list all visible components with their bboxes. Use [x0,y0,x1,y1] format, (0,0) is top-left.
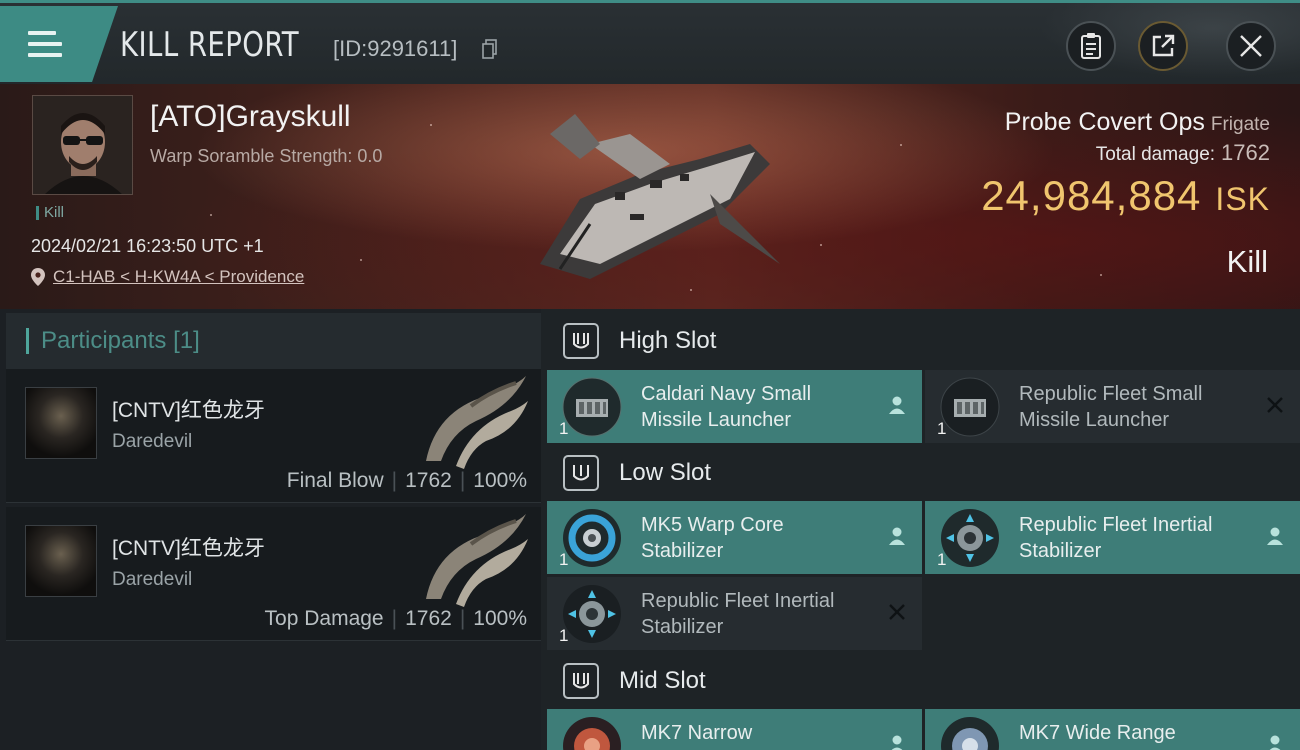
clipboard-button[interactable] [1066,21,1116,71]
module-name: MK7 Wide Range [1019,722,1176,744]
participants-label: Participants [1] [41,327,200,354]
total-damage-label: Total damage: [1095,144,1216,165]
isk-value: 24,984,884 ISK [981,172,1270,220]
victim-portrait[interactable] [32,95,133,195]
fitting-panel: High Slot 1 Caldari Navy Small Missile La… [541,309,1300,750]
slot-icon [563,663,599,699]
location-link[interactable]: C1-HAB < H-KW4A < Providence [53,267,304,287]
top-bar: KILL REPORT [ID:9291611] [0,0,1300,87]
person-icon [891,735,903,750]
participant-percent: 100% [473,469,527,492]
kill-tag: Kill [36,205,64,220]
participant-stats: Top Damage | 1762 | 100% [264,607,527,630]
participants-header: Participants [1] [6,313,541,369]
module-name: MK5 Warp Core Stabilizer [641,514,784,562]
high-slot-label: High Slot [619,327,717,354]
kill-timestamp: 2024/02/21 16:23:50 UTC +1 [31,236,264,256]
person-icon [1267,527,1283,545]
module-name: Republic Fleet Small Missile Launcher [1019,383,1203,431]
slot-icon [563,455,599,491]
participant-row[interactable]: [CNTV]红色龙牙 Daredevil Top Damage | 1762 |… [6,507,541,641]
x-icon [1267,397,1283,413]
person-icon [1269,735,1281,750]
total-damage-value: 1762 [1221,140,1270,165]
inertial-stabilizer-icon [563,585,621,643]
person-icon [889,527,905,545]
module-quantity: 1 [559,419,569,438]
ship-class: Frigate [1210,114,1270,135]
module-quantity: 1 [937,419,947,438]
module-name: Republic Fleet Inertial Stabilizer [1019,514,1213,562]
scanner-module-icon [941,717,999,750]
header-accent-bar [26,328,29,354]
module-quantity: 1 [559,626,569,645]
page-title: KILL REPORT [120,25,300,65]
x-icon [889,604,905,620]
ship-name: Probe Covert Ops [1004,108,1205,136]
close-icon [1240,35,1262,57]
menu-button[interactable] [0,6,118,82]
module-item[interactable]: 1 MK7 Narrow [547,709,922,750]
participant-damage: 1762 [405,607,452,630]
participant-ship-image [426,514,528,607]
mid-slot-header: Mid Slot [547,651,1300,711]
location-pin-icon [31,268,45,286]
participant-ship: Daredevil [112,569,193,590]
participant-row[interactable]: [CNTV]红色龙牙 Daredevil Final Blow | 1762 |… [6,369,541,503]
slot-icon [563,323,599,359]
participant-avatar[interactable] [25,387,97,459]
kill-result: Kill [1226,244,1268,279]
participant-damage: 1762 [405,469,452,492]
kill-location[interactable]: C1-HAB < H-KW4A < Providence [31,267,304,287]
participants-count: [1] [173,327,200,354]
module-item[interactable]: 1 Republic Fleet Inertial Stabilizer [547,577,922,650]
participant-ship: Daredevil [112,431,193,452]
participant-role: Final Blow [286,469,384,492]
module-item[interactable]: 1 Republic Fleet Small Missile Launcher [925,370,1300,443]
kill-banner: [ATO]Grayskull Warp Soramble Strength: 0… [0,84,1300,309]
isk-amount: 24,984,884 [981,172,1202,219]
missile-launcher-icon [562,377,622,437]
module-name: MK7 Narrow [641,722,753,744]
module-quantity: 1 [937,550,947,569]
warp-core-stabilizer-icon [563,509,621,567]
high-slot-header: High Slot [547,311,1300,371]
module-quantity: 1 [559,550,569,569]
pilot-portrait-image [33,96,132,194]
clipboard-icon [1081,33,1101,59]
module-item[interactable]: 1 MK7 Wide Range [925,709,1300,750]
close-button[interactable] [1226,21,1276,71]
participant-percent: 100% [473,607,527,630]
victim-name[interactable]: [ATO]Grayskull [150,100,351,134]
person-icon [889,396,905,414]
module-item[interactable]: 1 Caldari Navy Small Missile Launcher [547,370,922,443]
low-slot-header: Low Slot [547,443,1300,503]
participant-name[interactable]: [CNTV]红色龙牙 [112,394,265,424]
module-name: Republic Fleet Inertial Stabilizer [641,590,835,638]
copy-icon[interactable] [482,39,498,59]
participant-stats: Final Blow | 1762 | 100% [286,469,527,492]
low-slot-label: Low Slot [619,459,712,486]
module-item[interactable]: 1 Republic Fleet Inertial Stabilizer [925,501,1300,574]
mid-slot-label: Mid Slot [619,667,706,694]
share-button[interactable] [1138,21,1188,71]
warp-scramble-strength: Warp Soramble Strength: 0.0 [150,146,383,166]
menu-icon [28,31,62,57]
scanner-module-icon [563,717,621,750]
isk-unit: ISK [1215,181,1270,217]
module-item[interactable]: 1 MK5 Warp Core Stabilizer [547,501,922,574]
missile-launcher-icon [940,377,1000,437]
victim-ship-image [540,114,780,279]
participants-panel: Participants [1] [CNTV]红色龙牙 Daredevil Fi… [0,309,541,750]
total-damage: Total damage: 1762 [1096,140,1270,166]
participant-avatar[interactable] [25,525,97,597]
participant-ship-image [426,376,528,469]
share-icon [1152,34,1175,57]
module-name: Caldari Navy Small Missile Launcher [641,383,812,431]
participant-role: Top Damage [264,607,384,630]
inertial-stabilizer-icon [941,509,999,567]
report-id: [ID:9291611] [333,36,458,61]
victim-ship-type: Probe Covert Ops Frigate [1005,108,1270,137]
participant-name[interactable]: [CNTV]红色龙牙 [112,532,265,562]
